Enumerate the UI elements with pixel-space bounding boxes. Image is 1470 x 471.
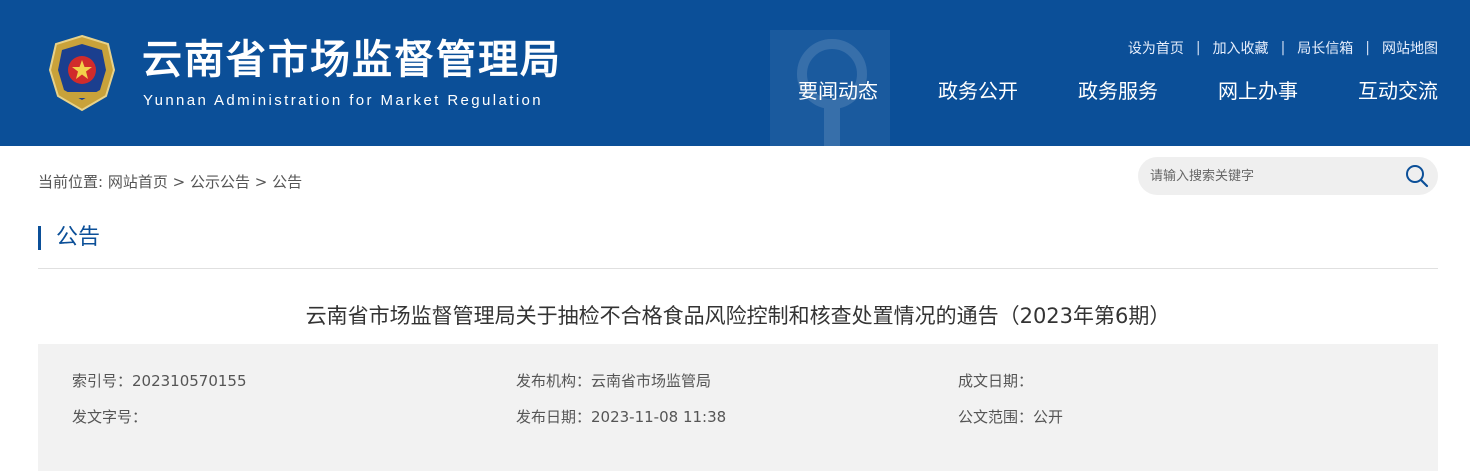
breadcrumb-prefix: 当前位置: xyxy=(38,173,104,191)
police-emblem-icon[interactable] xyxy=(46,34,118,112)
breadcrumb: 当前位置: 网站首页 > 公示公告 > 公告 xyxy=(38,171,302,192)
nav-news[interactable]: 要闻动态 xyxy=(798,76,878,106)
set-homepage-link[interactable]: 设为首页 xyxy=(1128,38,1184,58)
breadcrumb-notice[interactable]: 公告 xyxy=(272,173,302,191)
search-input[interactable] xyxy=(1150,166,1390,186)
sitemap-link[interactable]: 网站地图 xyxy=(1382,38,1438,58)
add-favorite-link[interactable]: 加入收藏 xyxy=(1213,38,1269,58)
top-link-separator: | xyxy=(1195,40,1201,56)
meta-publish-date: 发布日期：2023-11-08 11:38 xyxy=(516,408,727,426)
main-nav: 要闻动态 政务公开 政务服务 网上办事 互动交流 xyxy=(798,76,1438,106)
meta-publisher: 发布机构：云南省市场监管局 xyxy=(516,372,712,390)
search-icon[interactable] xyxy=(1404,163,1430,189)
nav-interaction[interactable]: 互动交流 xyxy=(1358,76,1438,106)
breadcrumb-separator: > xyxy=(254,173,268,191)
breadcrumb-separator: > xyxy=(172,173,186,191)
site-title[interactable]: 云南省市场监督管理局 xyxy=(142,34,562,86)
director-mailbox-link[interactable]: 局长信箱 xyxy=(1297,38,1353,58)
breadcrumb-home[interactable]: 网站首页 xyxy=(108,173,168,191)
top-links: 设为首页 | 加入收藏 | 局长信箱 | 网站地图 xyxy=(1128,38,1438,58)
search-box xyxy=(1138,157,1438,195)
article-title: 云南省市场监督管理局关于抽检不合格食品风险控制和核查处置情况的通告（2023年第… xyxy=(305,304,1171,328)
top-link-separator: | xyxy=(1280,40,1286,56)
site-header: 云南省市场监督管理局 Yunnan Administration for Mar… xyxy=(0,0,1470,146)
section-divider xyxy=(38,268,1438,269)
nav-government-affairs[interactable]: 政务公开 xyxy=(938,76,1018,106)
meta-document-number: 发文字号： xyxy=(72,408,148,426)
site-subtitle: Yunnan Administration for Market Regulat… xyxy=(143,92,544,109)
top-link-separator: | xyxy=(1365,40,1370,56)
meta-scope: 公文范围：公开 xyxy=(958,408,1064,426)
document-meta-box: 索引号：202310570155 发布机构：云南省市场监管局 成文日期： 发文字… xyxy=(38,344,1438,471)
breadcrumb-announcements[interactable]: 公示公告 xyxy=(190,173,250,191)
meta-written-date: 成文日期： xyxy=(958,372,1034,390)
section-title: 公告 xyxy=(38,226,100,250)
nav-government-services[interactable]: 政务服务 xyxy=(1078,76,1158,106)
nav-online-services[interactable]: 网上办事 xyxy=(1218,76,1298,106)
meta-index-number: 索引号：202310570155 xyxy=(72,372,247,390)
